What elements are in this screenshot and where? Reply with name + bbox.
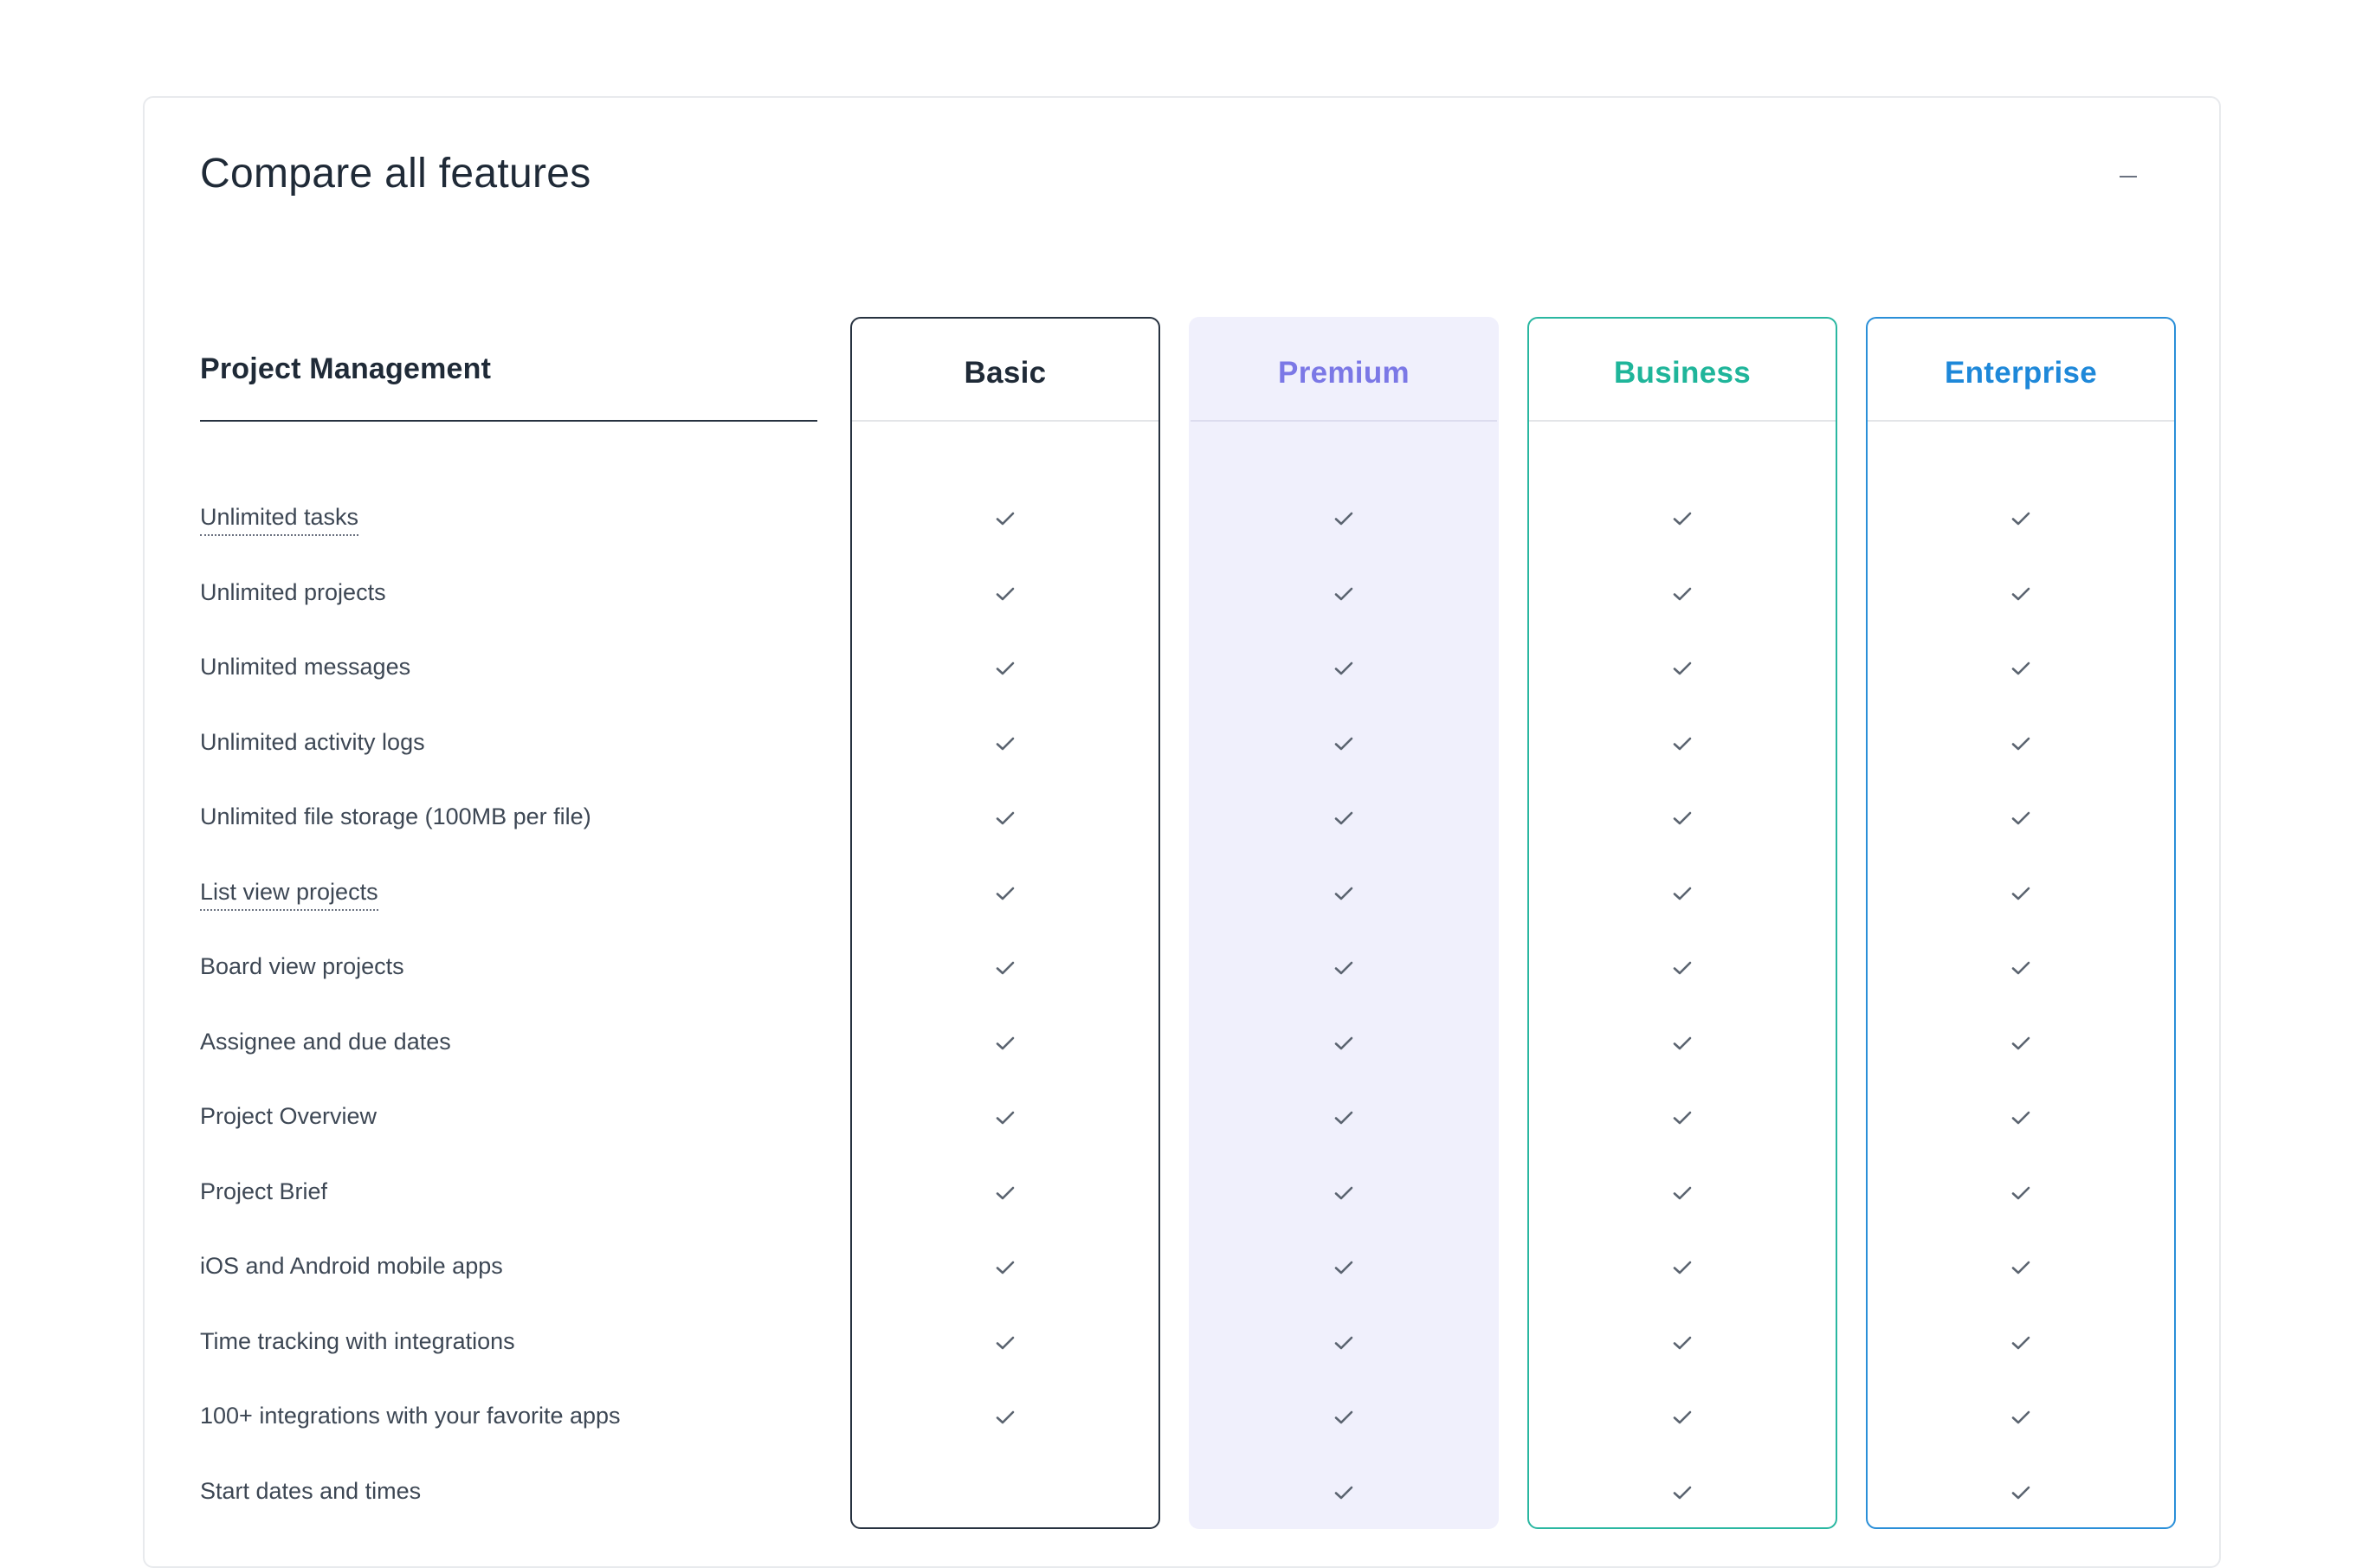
- feature-label: Assignee and due dates: [200, 1028, 451, 1055]
- check-icon: [1334, 1261, 1353, 1274]
- collapse-button[interactable]: [2107, 156, 2149, 197]
- check-icon: [996, 811, 1015, 825]
- check-icon: [1334, 737, 1353, 750]
- check-icon: [2011, 1186, 2030, 1199]
- check-icon: [996, 961, 1015, 975]
- check-icon: [1673, 1336, 1692, 1349]
- feature-label[interactable]: Unlimited tasks: [200, 501, 359, 536]
- check-icon: [1673, 1036, 1692, 1049]
- check-icon: [1673, 1410, 1692, 1424]
- feature-label: Project Overview: [200, 1103, 378, 1129]
- check-icon: [2011, 1261, 2030, 1274]
- check-icon: [1334, 512, 1353, 526]
- check-icon: [1673, 1111, 1692, 1125]
- check-icon: [1673, 737, 1692, 750]
- check-icon: [2011, 661, 2030, 675]
- check-icon: [2011, 1410, 2030, 1424]
- check-icon: [996, 1036, 1015, 1049]
- check-icon: [1673, 512, 1692, 526]
- plan-header-enterprise: Enterprise: [1944, 356, 2098, 390]
- check-icon: [996, 1186, 1015, 1199]
- feature-label: Project Brief: [200, 1178, 328, 1204]
- check-icon: [1673, 587, 1692, 600]
- check-icon: [2011, 1486, 2030, 1499]
- check-icon: [996, 587, 1015, 600]
- check-icon: [1334, 1336, 1353, 1349]
- plan-header-divider: [1868, 420, 2174, 422]
- section-title: Project Management: [200, 352, 492, 385]
- check-icon: [1673, 811, 1692, 825]
- check-icon: [996, 1336, 1015, 1349]
- feature-label: 100+ integrations with your favorite app…: [200, 1403, 621, 1429]
- check-icon: [1334, 661, 1353, 675]
- plan-header-divider: [1191, 420, 1497, 422]
- feature-label: Unlimited activity logs: [200, 728, 425, 755]
- feature-label: iOS and Android mobile apps: [200, 1253, 503, 1279]
- check-icon: [1673, 1186, 1692, 1199]
- check-icon: [996, 887, 1015, 900]
- check-icon: [996, 512, 1015, 526]
- feature-label: Time tracking with integrations: [200, 1327, 515, 1354]
- check-icon: [1334, 811, 1353, 825]
- check-icon: [1334, 961, 1353, 975]
- check-icon: [1334, 1486, 1353, 1499]
- compare-features-title: Compare all features: [200, 151, 591, 197]
- check-icon: [1673, 961, 1692, 975]
- feature-label: Unlimited messages: [200, 654, 411, 680]
- feature-label: Board view projects: [200, 953, 404, 979]
- check-icon: [2011, 961, 2030, 975]
- feature-label: Unlimited file storage (100MB per file): [200, 803, 591, 829]
- feature-label: Start dates and times: [200, 1477, 422, 1504]
- check-icon: [996, 661, 1015, 675]
- check-icon: [2011, 1036, 2030, 1049]
- feature-label[interactable]: List view projects: [200, 876, 378, 911]
- check-icon: [1673, 887, 1692, 900]
- check-icon: [2011, 512, 2030, 526]
- minus-icon: [2120, 176, 2137, 177]
- check-icon: [1334, 1036, 1353, 1049]
- check-icon: [1334, 1111, 1353, 1125]
- plan-header-basic: Basic: [964, 356, 1047, 390]
- check-icon: [1334, 1186, 1353, 1199]
- check-icon: [2011, 1111, 2030, 1125]
- check-icon: [1334, 887, 1353, 900]
- plan-header-divider: [852, 420, 1158, 422]
- check-icon: [2011, 587, 2030, 600]
- plan-header-divider: [1529, 420, 1836, 422]
- check-icon: [1673, 1486, 1692, 1499]
- check-icon: [996, 737, 1015, 750]
- plan-header-business: Business: [1613, 356, 1752, 390]
- check-icon: [2011, 811, 2030, 825]
- section-divider: [200, 420, 817, 422]
- check-icon: [2011, 1336, 2030, 1349]
- check-icon: [996, 1261, 1015, 1274]
- check-icon: [1334, 1410, 1353, 1424]
- check-icon: [996, 1111, 1015, 1125]
- check-icon: [1673, 661, 1692, 675]
- check-icon: [1334, 587, 1353, 600]
- feature-label: Unlimited projects: [200, 578, 386, 605]
- check-icon: [2011, 737, 2030, 750]
- check-icon: [996, 1410, 1015, 1424]
- check-icon: [1673, 1261, 1692, 1274]
- plan-header-premium: Premium: [1278, 356, 1410, 390]
- check-icon: [2011, 887, 2030, 900]
